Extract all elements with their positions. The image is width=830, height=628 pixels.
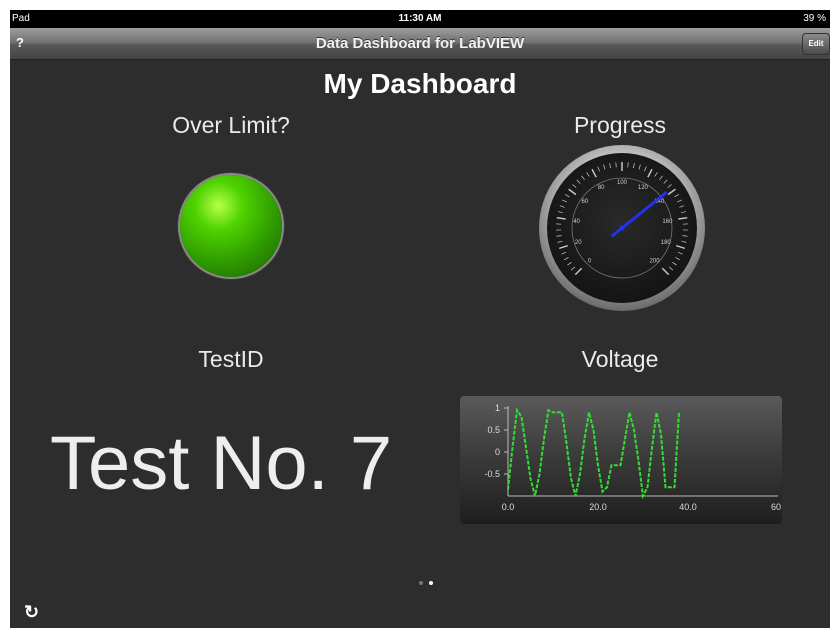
progress-gauge[interactable]: 020406080100120140160180200 <box>537 143 707 313</box>
gauge-tick-label: 80 <box>598 185 605 191</box>
page-dot[interactable] <box>419 581 423 585</box>
chart-y-tick-label: 0 <box>495 447 500 457</box>
gauge-tick-label: 40 <box>573 219 580 225</box>
voltage-chart[interactable]: 1 0.5 0 -0.5 0.0 20.0 40.0 60 <box>460 396 782 524</box>
refresh-icon[interactable]: ↻ <box>24 602 39 623</box>
status-bar: Pad 11:30 AM 39 % <box>10 10 830 28</box>
chart-x-tick-label: 0.0 <box>502 502 515 512</box>
chart-x-tick-label: 20.0 <box>589 502 607 512</box>
gauge-tick-label: 60 <box>581 199 588 205</box>
chart-y-tick-label: 1 <box>495 403 500 413</box>
testid-label: TestID <box>198 346 264 372</box>
over-limit-label: Over Limit? <box>172 112 290 138</box>
chart-y-tick-label: 0.5 <box>487 425 500 435</box>
chart-y-tick-label: -0.5 <box>484 469 500 479</box>
app-frame: Pad 11:30 AM 39 % ? Data Dashboard for L… <box>10 10 830 628</box>
chart-x-tick-label: 40.0 <box>679 502 697 512</box>
gauge-tick-label: 200 <box>650 259 661 265</box>
gauge-tick-label: 100 <box>617 180 628 186</box>
dashboard-title: My Dashboard <box>323 68 517 99</box>
gauge-tick-label: 180 <box>661 240 672 246</box>
page-dot-active[interactable] <box>429 581 433 585</box>
battery-indicator: 39 % <box>803 13 826 24</box>
over-limit-led[interactable] <box>180 175 282 277</box>
progress-label: Progress <box>573 112 667 138</box>
app-title: Data Dashboard for LabVIEW <box>315 35 525 52</box>
nav-bar: ? Data Dashboard for LabVIEW Edit <box>10 28 830 60</box>
page-indicator[interactable] <box>416 572 436 590</box>
chart-x-tick-label: 60 <box>771 502 781 512</box>
gauge-tick-label: 120 <box>638 185 649 191</box>
voltage-label: Voltage <box>581 346 659 372</box>
edit-button[interactable]: Edit <box>802 33 830 55</box>
testid-value: Test No. 7 <box>50 421 393 506</box>
gauge-tick-label: 160 <box>662 219 673 225</box>
gauge-hub <box>619 225 625 231</box>
gauge-tick-label: 20 <box>575 240 582 246</box>
status-time: 11:30 AM <box>398 13 442 24</box>
